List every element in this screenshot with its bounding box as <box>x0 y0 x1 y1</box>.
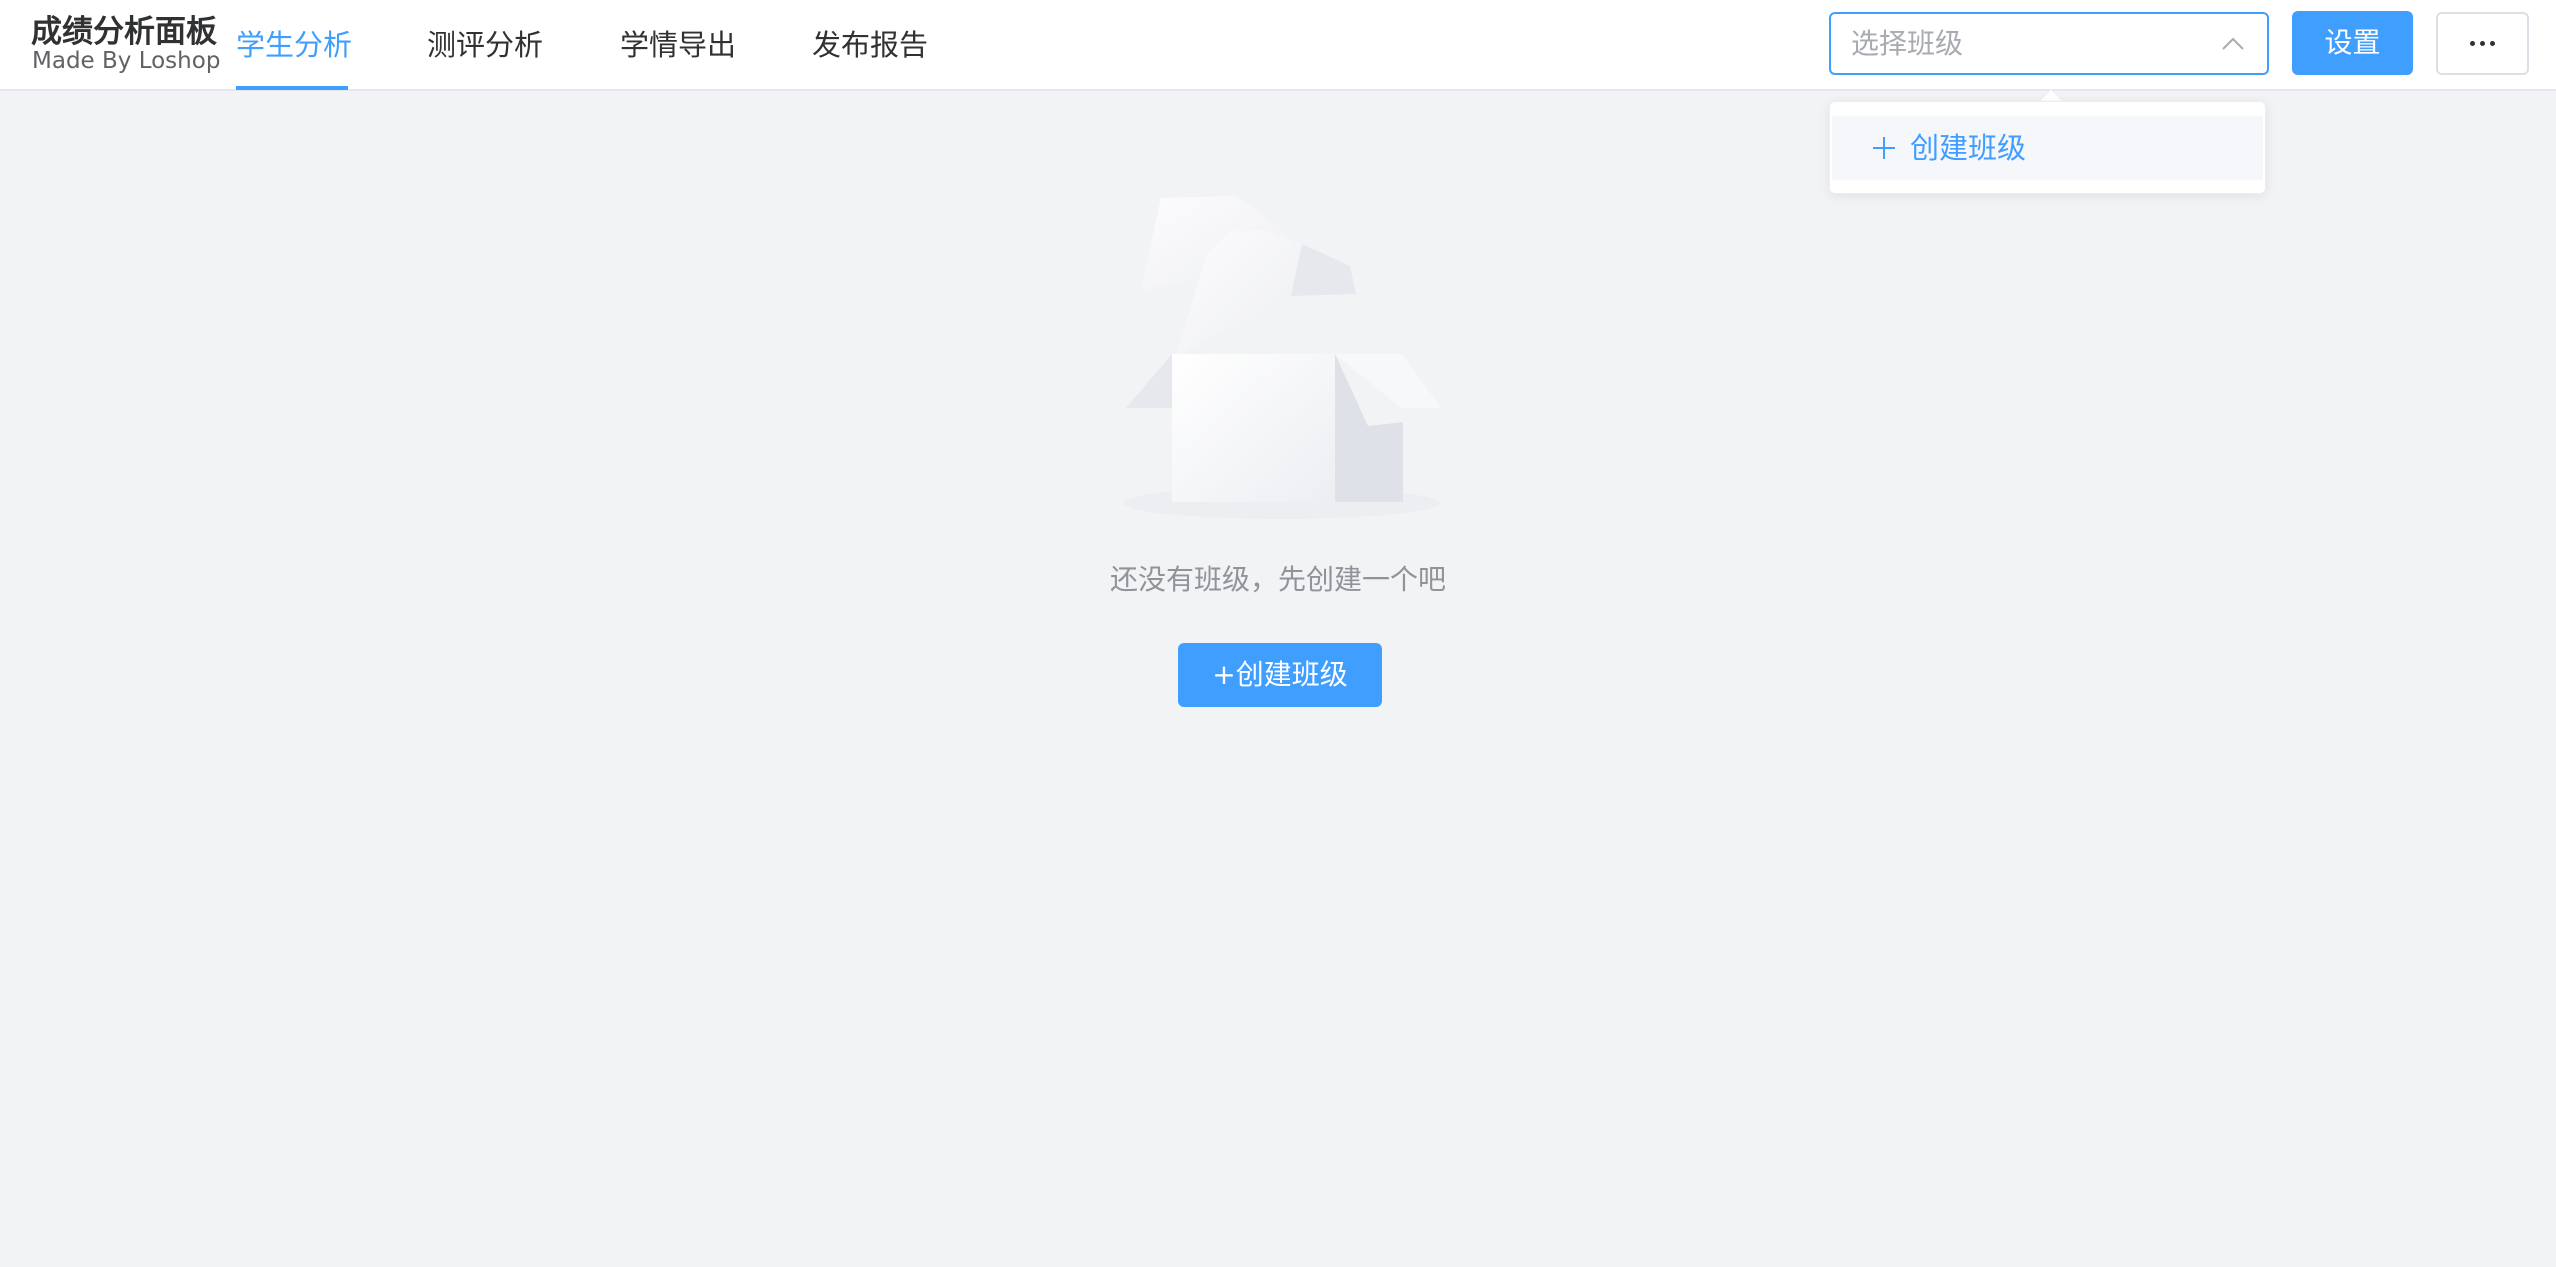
class-dropdown: 创建班级 <box>1829 101 2266 194</box>
ellipsis-icon <box>2438 14 2527 73</box>
app-title: 成绩分析面板 <box>31 14 217 50</box>
class-select[interactable]: 选择班级 <box>1829 12 2269 75</box>
active-tab-indicator <box>236 86 348 90</box>
create-class-button[interactable]: +创建班级 <box>1178 643 1382 707</box>
empty-state-message: 还没有班级，先创建一个吧 <box>1109 563 1446 596</box>
chevron-up-icon <box>2222 37 2244 50</box>
dropdown-item-create-class[interactable]: 创建班级 <box>1832 116 2263 180</box>
top-header: 成绩分析面板 Made By Loshop 学生分析 测评分析 学情导出 发布报… <box>0 0 2556 91</box>
settings-button[interactable]: 设置 <box>2292 11 2413 75</box>
app-subtitle: Made By Loshop <box>32 48 221 74</box>
more-button[interactable] <box>2436 12 2529 75</box>
tab-publish-report[interactable]: 发布报告 <box>812 0 928 91</box>
tab-learning-export[interactable]: 学情导出 <box>620 0 736 91</box>
dropdown-item-label: 创建班级 <box>1910 131 2027 165</box>
plus-icon <box>1873 137 1895 159</box>
tab-assessment-analysis[interactable]: 测评分析 <box>427 0 543 91</box>
class-select-placeholder: 选择班级 <box>1851 27 1964 60</box>
empty-box-icon <box>1123 196 1441 519</box>
tab-student-analysis[interactable]: 学生分析 <box>236 0 352 91</box>
